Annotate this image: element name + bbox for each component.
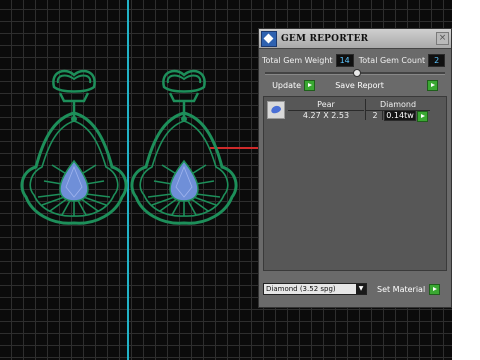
set-material-button[interactable]: Set Material	[377, 283, 441, 295]
actions-row: Update Save Report	[259, 78, 451, 93]
save-report-button[interactable]: Save Report	[335, 80, 438, 91]
gem-reporter-logo-icon	[261, 30, 277, 47]
material-select[interactable]: Diamond (3.52 spg) ▼	[263, 283, 367, 295]
material-select-value: Diamond (3.52 spg)	[266, 285, 336, 293]
slider-row	[259, 68, 451, 78]
right-earring[interactable]	[130, 69, 238, 225]
material-row: Diamond (3.52 spg) ▼ Set Material	[263, 282, 447, 296]
gem-shape: Pear	[288, 100, 364, 111]
total-weight-value: 14	[335, 53, 354, 67]
left-earring[interactable]	[20, 69, 128, 225]
total-weight-label: Total Gem Weight	[262, 55, 333, 65]
panel-titlebar[interactable]: GEM REPORTER ×	[259, 29, 451, 49]
set-material-label: Set Material	[377, 284, 426, 294]
total-count-value: 2	[428, 53, 446, 67]
green-arrow-icon[interactable]	[429, 283, 441, 295]
gem-list[interactable]: Pear 4.27 X 2.53 Diamond 2 0.14tw	[263, 96, 447, 271]
green-arrow-icon[interactable]	[417, 111, 428, 122]
slider-handle[interactable]	[353, 69, 361, 77]
chevron-down-icon[interactable]: ▼	[356, 284, 366, 294]
save-report-label: Save Report	[335, 81, 384, 90]
update-button[interactable]: Update	[272, 80, 316, 91]
gem-size: 4.27 X 2.53	[302, 111, 350, 120]
list-item[interactable]: Pear 4.27 X 2.53 Diamond 2 0.14tw	[264, 99, 446, 122]
gem-weight: 0.14tw	[384, 110, 416, 121]
green-arrow-icon[interactable]	[426, 80, 438, 91]
close-icon[interactable]: ×	[436, 32, 449, 45]
panel-title: GEM REPORTER	[281, 33, 369, 44]
gem-thumbnail-icon	[267, 101, 285, 119]
update-label: Update	[272, 81, 302, 90]
right-strip	[452, 0, 480, 360]
gem-reporter-panel: GEM REPORTER × Total Gem Weight 14 Total…	[258, 28, 452, 308]
green-arrow-icon[interactable]	[304, 80, 316, 91]
earring-models[interactable]	[0, 0, 258, 360]
totals-row: Total Gem Weight 14 Total Gem Count 2	[259, 52, 451, 68]
total-count-label: Total Gem Count	[358, 55, 426, 65]
gem-count: 2	[372, 111, 378, 120]
